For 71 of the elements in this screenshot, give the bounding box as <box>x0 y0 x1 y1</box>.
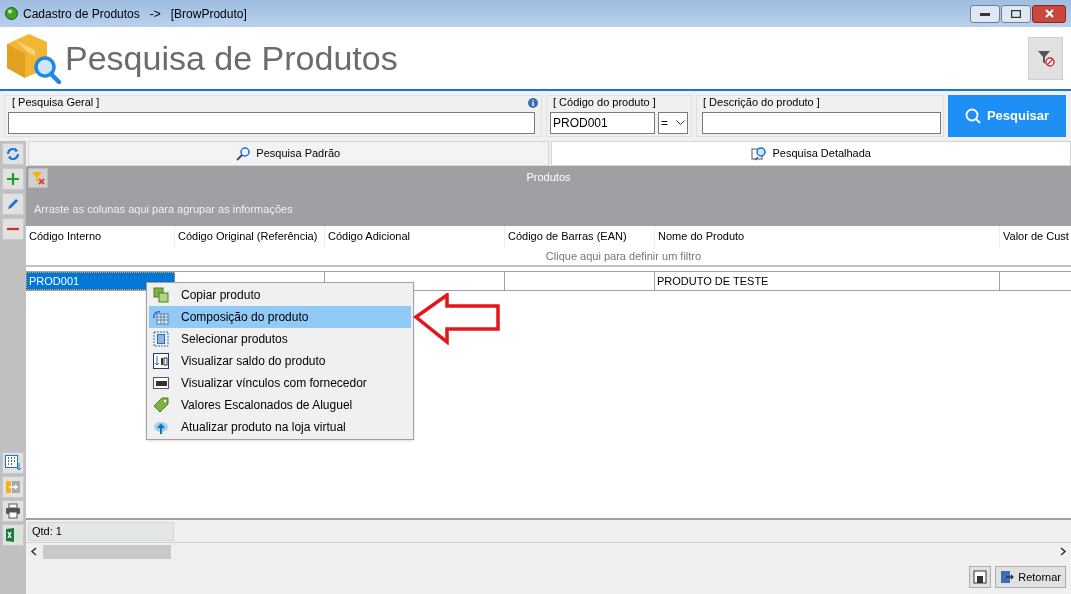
refresh-icon <box>6 147 20 161</box>
search-icon <box>236 146 251 161</box>
copy-icon <box>153 287 169 303</box>
group-hint: Arraste as colunas aqui para agrupar as informações <box>34 202 294 217</box>
field-label: [ Pesquisa Geral ] <box>12 96 100 109</box>
return-button[interactable]: Retornar <box>995 566 1066 588</box>
menu-item[interactable]: Valores Escalonados de Aluguel <box>149 394 411 416</box>
description-field[interactable] <box>702 112 941 134</box>
save-layout-button[interactable] <box>969 566 992 588</box>
printer-icon <box>5 503 21 519</box>
product-code-field[interactable]: PROD001 <box>550 112 655 134</box>
caret-icon <box>676 120 685 126</box>
refresh-button[interactable] <box>2 143 24 165</box>
menu-item[interactable]: Selecionar produtos <box>149 328 411 350</box>
menu-item[interactable]: Atualizar produto na loja virtual <box>149 416 411 438</box>
document-icon <box>153 375 169 391</box>
menu-item[interactable]: Composição do produto <box>149 306 411 328</box>
filter-off-icon <box>1036 49 1055 67</box>
exit-icon <box>1000 570 1015 584</box>
maximize-icon <box>1011 9 1021 18</box>
tab[interactable]: Pesquisa Detalhada <box>550 141 1071 166</box>
column-header[interactable]: Código Adicional <box>325 226 505 247</box>
plus-icon <box>6 172 20 186</box>
maximize-button[interactable] <box>1001 4 1031 23</box>
minimize-button[interactable] <box>970 4 1000 23</box>
grid-icon <box>5 455 21 471</box>
column-header[interactable]: Nome do Produto <box>655 226 1000 247</box>
table-cell: PRODUTO DE TESTE <box>655 272 1000 290</box>
filter-hint[interactable]: Clique aqui para definir um filtro <box>545 247 702 265</box>
search-field[interactable] <box>8 112 535 134</box>
delete-button[interactable] <box>2 218 24 240</box>
cloud-upload-icon <box>153 419 169 435</box>
tab[interactable]: Pesquisa Padrão <box>28 141 549 166</box>
column-header[interactable]: Valor de Cust <box>1000 226 1071 247</box>
add-button[interactable] <box>2 168 24 190</box>
columns-button[interactable] <box>2 452 24 474</box>
close-button[interactable] <box>1032 4 1066 23</box>
print-button[interactable] <box>2 500 24 522</box>
column-header[interactable]: Código Interno <box>26 226 175 247</box>
table-cell: PROD001 <box>26 272 175 290</box>
menu-item[interactable]: Visualizar vínculos com fornecedor <box>149 372 411 394</box>
edit-button[interactable] <box>2 193 24 215</box>
list-icon <box>153 331 169 347</box>
column-header[interactable]: Código de Barras (EAN) <box>505 226 655 247</box>
search-icon <box>964 108 981 124</box>
export-icon <box>5 479 21 495</box>
operator-dropdown[interactable]: = <box>658 112 688 134</box>
excel-button[interactable] <box>2 524 24 546</box>
tag-icon <box>153 397 169 413</box>
filter-off-icon <box>31 171 45 185</box>
counter-icon <box>153 353 169 369</box>
record-count: Qtd: 1 <box>28 521 174 541</box>
document-icon <box>973 570 988 584</box>
grid-icon <box>153 309 169 325</box>
column-header[interactable]: Código Original (Referência) <box>175 226 325 247</box>
field-label: [ Código do produto ] <box>553 96 657 109</box>
spreadsheet-icon <box>5 527 21 543</box>
horizontal-scrollbar[interactable] <box>26 542 1071 560</box>
info-icon <box>528 97 538 108</box>
status-icon <box>5 7 18 20</box>
grid-title: Produtos <box>526 169 571 185</box>
box-search-icon <box>5 32 61 84</box>
document-search-icon <box>750 145 767 162</box>
page-title: Pesquisa de Produtos <box>65 41 398 75</box>
field-label: [ Descrição do produto ] <box>703 96 821 109</box>
clear-filter-button[interactable] <box>1028 36 1063 80</box>
window-title: Cadastro de Produtos -> [BrowProduto] <box>23 5 247 23</box>
menu-item[interactable]: Visualizar saldo do produto <box>149 350 411 372</box>
close-icon <box>1044 9 1054 18</box>
pencil-icon <box>6 197 20 211</box>
minimize-icon <box>980 11 990 16</box>
